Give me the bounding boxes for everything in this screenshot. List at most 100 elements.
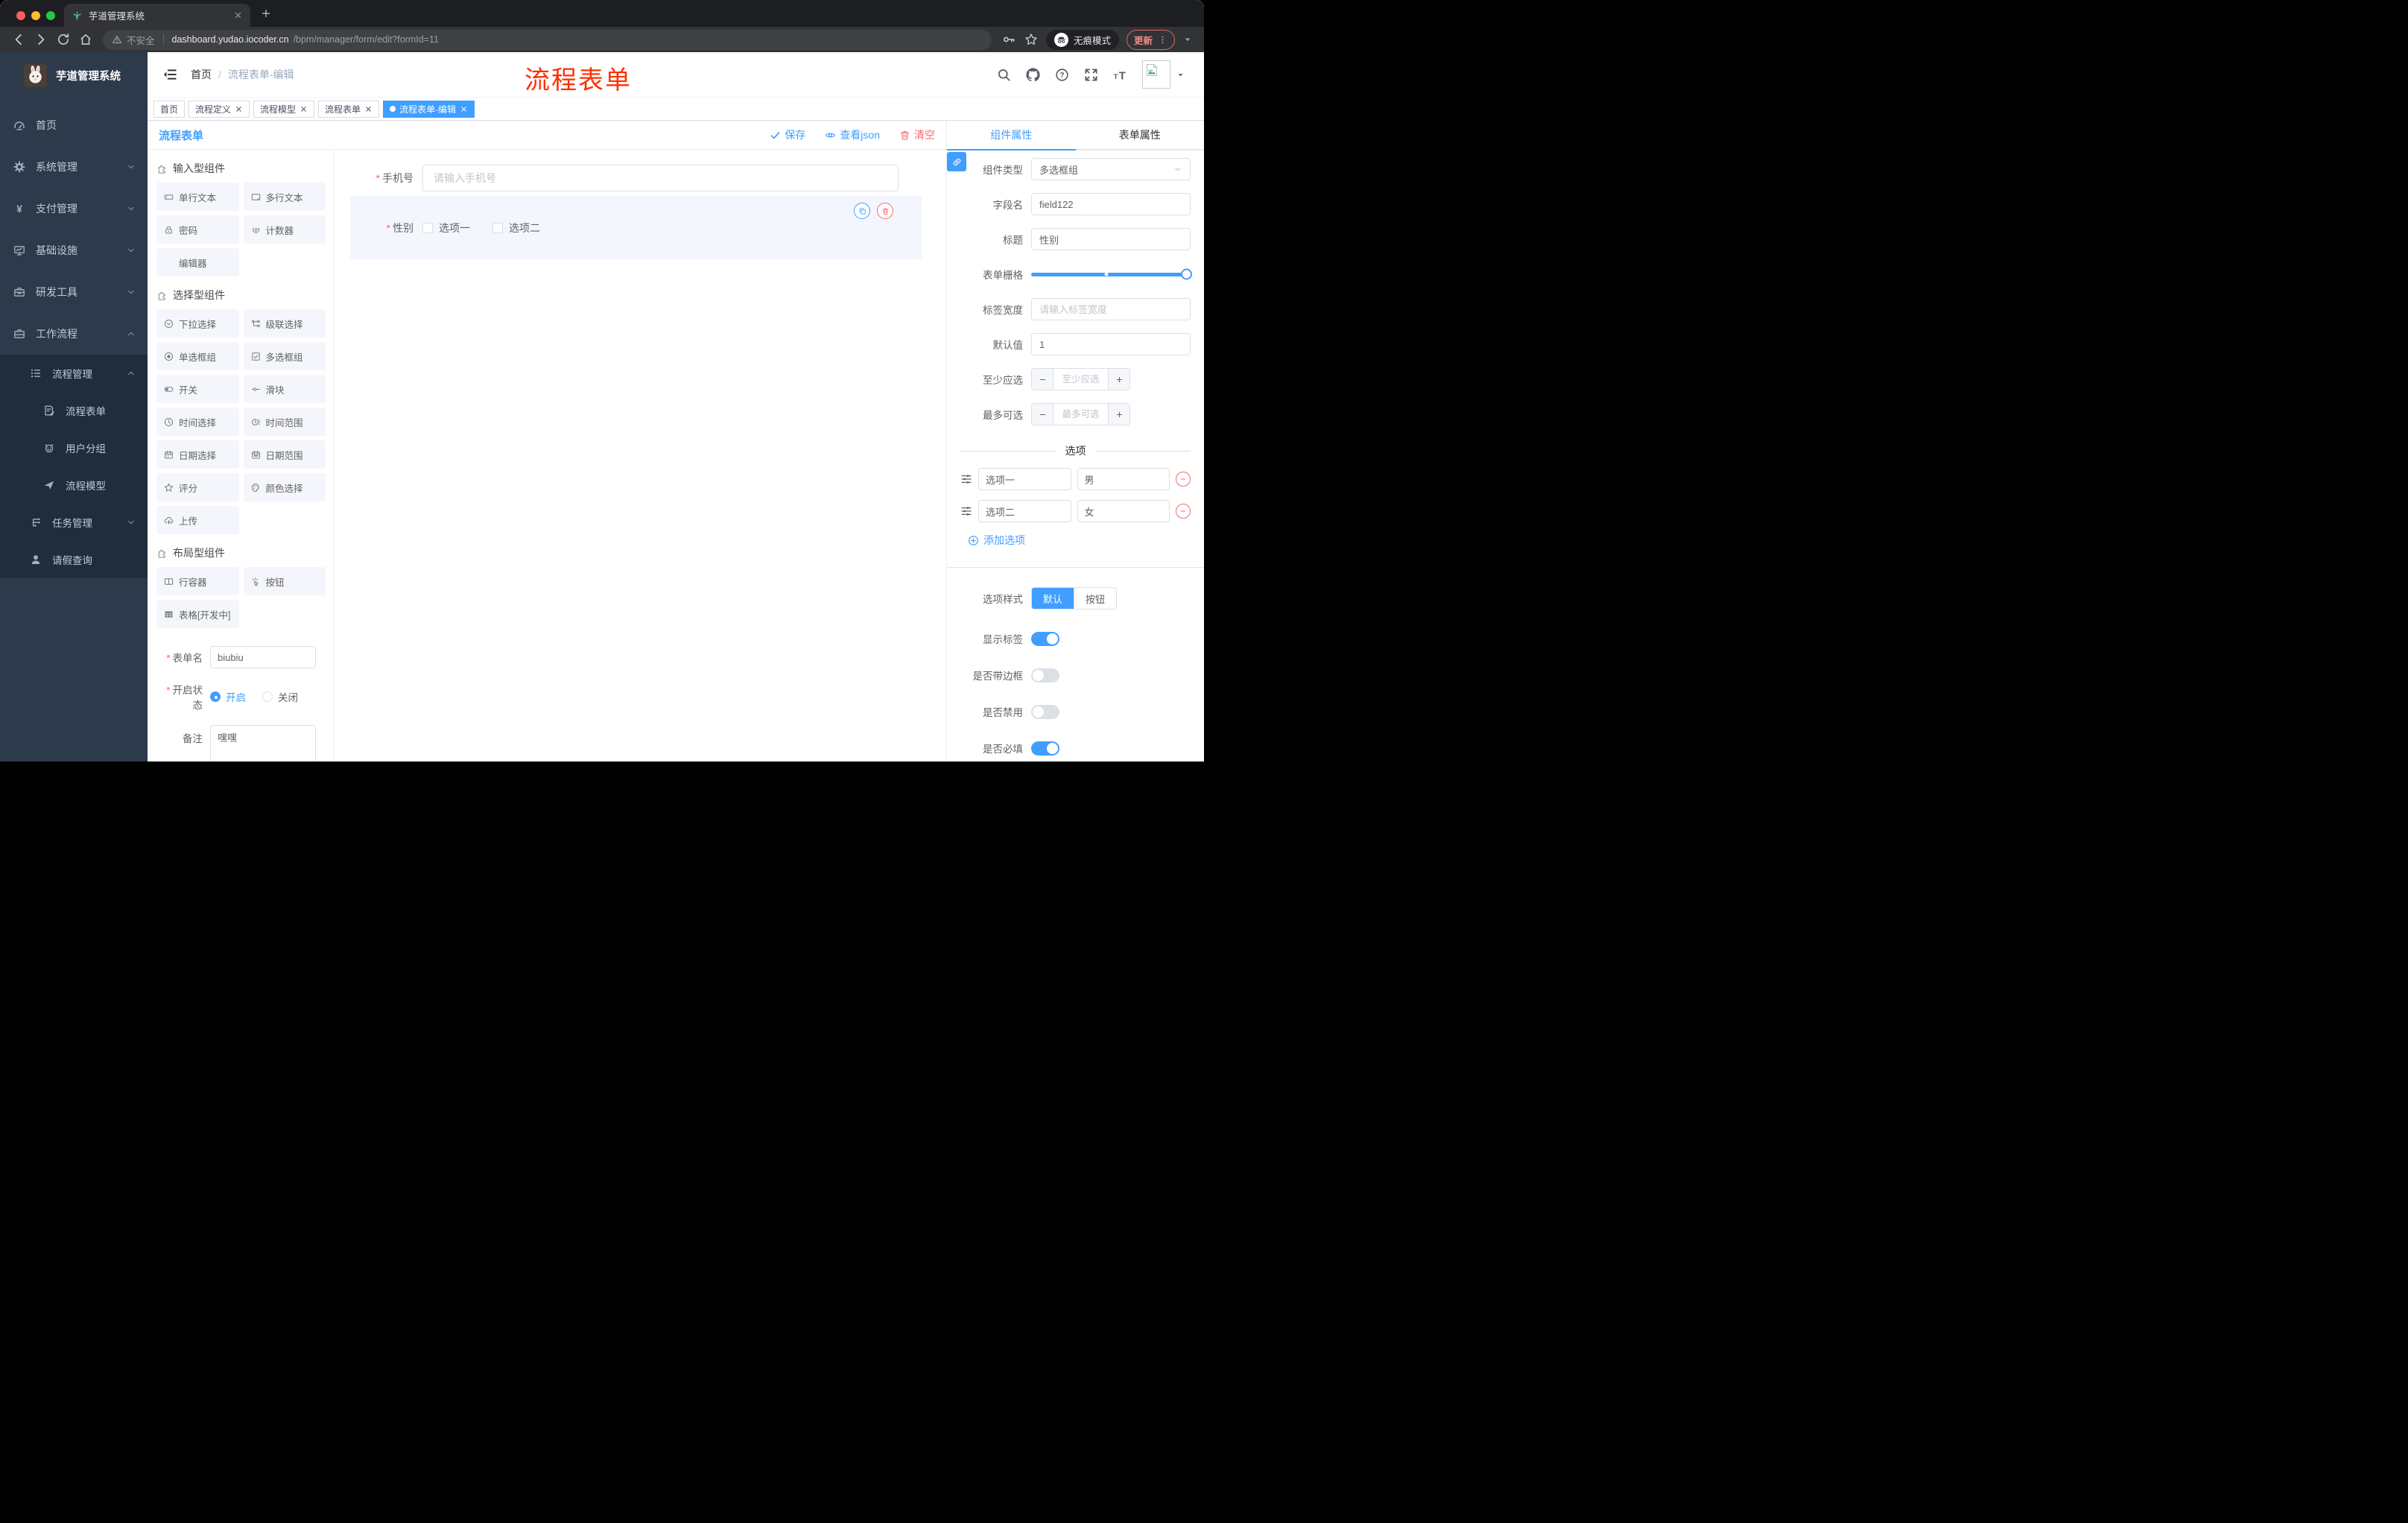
max-select-input[interactable] — [1054, 404, 1108, 425]
min-select-input[interactable] — [1054, 369, 1108, 390]
address-bar[interactable]: 不安全 dashboard.yudao.iocoder.cn/bpm/manag… — [103, 29, 992, 50]
tag-close-icon[interactable] — [235, 105, 243, 113]
option-label-input[interactable] — [978, 500, 1071, 522]
search-icon[interactable] — [997, 68, 1011, 82]
window-controls[interactable] — [7, 11, 64, 20]
link-badge-icon[interactable] — [947, 152, 966, 171]
palette-item[interactable]: 按钮 — [243, 567, 326, 595]
forward-icon[interactable] — [34, 33, 48, 46]
gender-option1-checkbox[interactable]: 选项一 — [422, 221, 470, 235]
drag-handle-icon[interactable] — [960, 505, 972, 517]
github-icon[interactable] — [1026, 67, 1040, 82]
option-label-input[interactable] — [978, 468, 1071, 490]
sidebar-item[interactable]: 任务管理 — [0, 504, 148, 541]
component-type-select[interactable]: 多选框组 — [1031, 158, 1191, 180]
clear-button[interactable]: 清空 — [899, 127, 935, 142]
sidebar-item[interactable]: 流程管理 — [0, 355, 148, 392]
sidebar-item[interactable]: 基础设施 — [0, 229, 148, 271]
status-on-radio[interactable]: 开启 — [210, 689, 246, 704]
toggle-switch[interactable] — [1031, 631, 1059, 646]
copy-widget-button[interactable] — [854, 203, 870, 219]
drag-handle-icon[interactable] — [960, 473, 972, 485]
tab-form-props[interactable]: 表单属性 — [1076, 121, 1205, 149]
phone-input[interactable] — [422, 165, 899, 191]
user-avatar[interactable] — [1142, 60, 1170, 89]
sidebar-item[interactable]: 请假查询 — [0, 541, 148, 578]
increase-button[interactable] — [1108, 369, 1129, 390]
fullscreen-icon[interactable] — [1084, 68, 1098, 82]
decrease-button[interactable] — [1032, 369, 1054, 390]
sidebar-item[interactable]: 工作流程 — [0, 313, 148, 355]
sidebar-toggle-button[interactable] — [162, 67, 177, 82]
new-tab-button[interactable] — [256, 4, 276, 23]
palette-item[interactable]: 颜色选择 — [243, 473, 326, 501]
tag[interactable]: 流程定义 — [188, 100, 250, 118]
browser-update-button[interactable]: 更新 — [1126, 29, 1175, 50]
tab-component-props[interactable]: 组件属性 — [947, 121, 1076, 151]
tag-close-icon[interactable] — [460, 105, 468, 113]
decrease-button[interactable] — [1032, 404, 1054, 425]
palette-item[interactable]: 行容器 — [156, 567, 239, 595]
palette-item[interactable]: 滑块 — [243, 375, 326, 403]
user-menu-caret-icon[interactable] — [1176, 71, 1185, 79]
save-button[interactable]: 保存 — [770, 127, 805, 142]
browser-tab[interactable]: 芋道管理系统 — [64, 4, 250, 27]
sidebar-item[interactable]: 系统管理 — [0, 146, 148, 188]
slider-track[interactable] — [1031, 268, 1192, 280]
default-value-input[interactable] — [1031, 333, 1191, 355]
tag[interactable]: 流程表单-编辑 — [383, 100, 475, 118]
title-input[interactable] — [1031, 228, 1191, 250]
slider-thumb[interactable] — [1181, 268, 1192, 280]
increase-button[interactable] — [1108, 404, 1129, 425]
sidebar-item[interactable]: 研发工具 — [0, 271, 148, 313]
tag[interactable]: 首页 — [153, 100, 186, 118]
style-default-button[interactable]: 默认 — [1032, 588, 1074, 609]
browser-menu-icon[interactable] — [1158, 35, 1167, 45]
palette-item[interactable]: 日期范围 — [243, 440, 326, 469]
palette-item[interactable]: 密码 — [156, 215, 239, 244]
close-window-button[interactable] — [16, 11, 25, 20]
sidebar-item[interactable]: 首页 — [0, 104, 148, 146]
palette-item[interactable]: 开关 — [156, 375, 239, 403]
font-size-icon[interactable]: TT — [1113, 68, 1127, 82]
view-json-button[interactable]: 查看json — [825, 127, 880, 142]
palette-item[interactable]: 表格[开发中] — [156, 600, 239, 628]
remove-option-button[interactable] — [1176, 504, 1191, 519]
palette-item[interactable]: 评分 — [156, 473, 239, 501]
palette-item[interactable]: 多选框组 — [243, 342, 326, 370]
field-name-input[interactable] — [1031, 193, 1191, 215]
back-icon[interactable] — [12, 33, 25, 46]
option-value-input[interactable] — [1077, 500, 1170, 522]
palette-item[interactable]: 编辑器 — [156, 248, 239, 276]
home-icon[interactable] — [79, 33, 92, 46]
palette-item[interactable]: 单行文本 — [156, 183, 239, 211]
tag[interactable]: 流程表单 — [318, 100, 380, 118]
sidebar-item[interactable]: 流程表单 — [0, 392, 148, 429]
sidebar-item[interactable]: ¥ 支付管理 — [0, 188, 148, 229]
bookmark-icon[interactable] — [1024, 33, 1038, 46]
sidebar-item[interactable]: 用户分组 — [0, 429, 148, 466]
toggle-switch[interactable] — [1031, 741, 1059, 756]
form-name-input[interactable] — [210, 646, 316, 668]
zoom-window-button[interactable] — [46, 11, 55, 20]
style-button-button[interactable]: 按钮 — [1074, 588, 1117, 609]
gender-option2-checkbox[interactable]: 选项二 — [492, 221, 540, 235]
delete-widget-button[interactable] — [877, 203, 893, 219]
remark-textarea[interactable]: 嘿嘿 — [210, 725, 316, 762]
toggle-switch[interactable] — [1031, 704, 1059, 719]
status-off-radio[interactable]: 关闭 — [262, 689, 298, 704]
password-manager-icon[interactable] — [1002, 33, 1016, 46]
toggle-switch[interactable] — [1031, 668, 1059, 683]
minimize-window-button[interactable] — [31, 11, 40, 20]
palette-item[interactable]: 下拉选择 — [156, 309, 239, 338]
help-icon[interactable]: ? — [1055, 68, 1069, 82]
palette-item[interactable]: 123 计数器 — [243, 215, 326, 244]
palette-item[interactable]: 级联选择 — [243, 309, 326, 338]
palette-item[interactable]: 时间选择 — [156, 408, 239, 436]
remove-option-button[interactable] — [1176, 472, 1191, 487]
tag-close-icon[interactable] — [300, 105, 308, 113]
palette-item[interactable]: 上传 — [156, 506, 239, 534]
add-option-button[interactable]: 添加选项 — [968, 533, 1191, 548]
palette-item[interactable]: 单选框组 — [156, 342, 239, 370]
label-width-input[interactable] — [1031, 298, 1191, 320]
